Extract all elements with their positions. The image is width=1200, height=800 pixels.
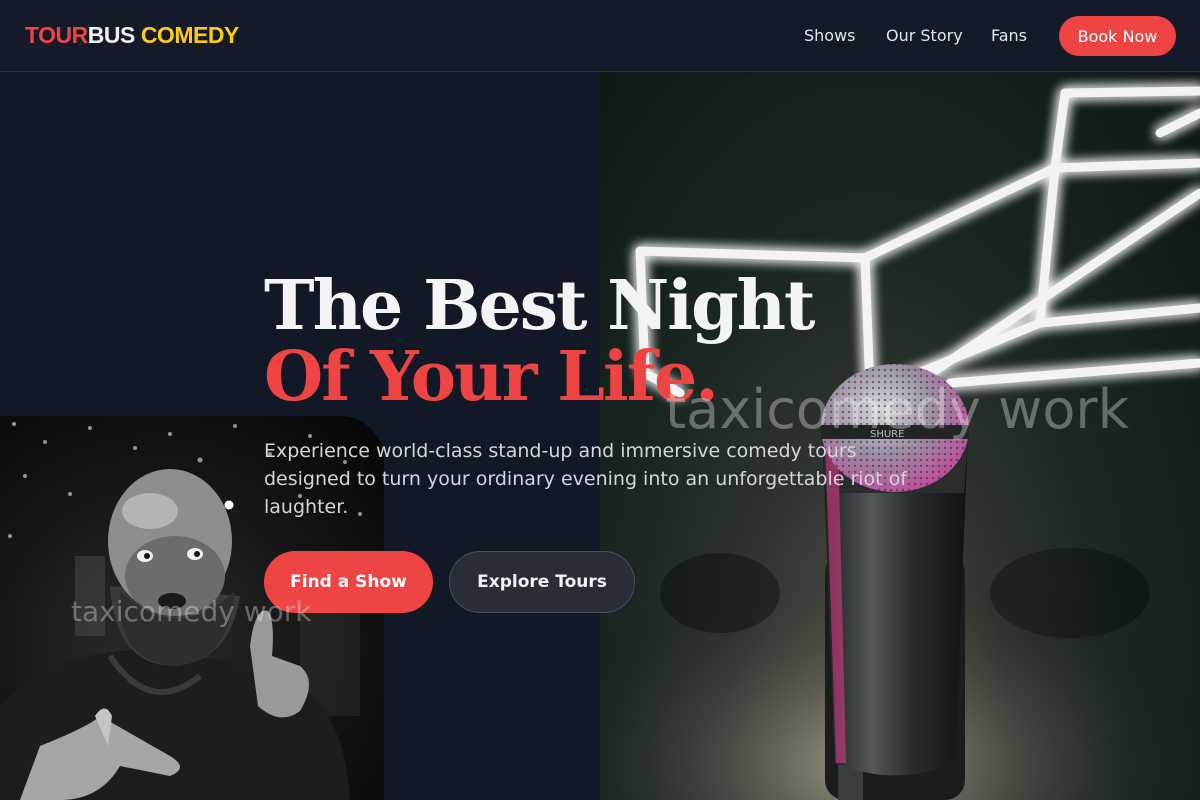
comedian-image-watermark: taxicomedy work bbox=[71, 595, 312, 628]
nav-link-shows[interactable]: Shows bbox=[804, 26, 856, 45]
hero-subtitle: Experience world-class stand-up and imme… bbox=[264, 440, 907, 518]
hero-title-line-1: The Best Night bbox=[264, 266, 815, 346]
brand-logo-bus: BUS bbox=[87, 22, 136, 48]
site-header: TOURBUS COMEDY Shows Our Story Fans Book … bbox=[0, 0, 1200, 72]
mic-image-watermark: taxicomedy work bbox=[665, 378, 1129, 441]
nav-link-our-story[interactable]: Our Story bbox=[886, 26, 963, 45]
explore-tours-button[interactable]: Explore Tours bbox=[449, 551, 635, 613]
brand-logo-comedy: COMEDY bbox=[140, 22, 239, 48]
book-now-button[interactable]: Book Now bbox=[1059, 16, 1176, 56]
brand-logo[interactable]: TOURBUS COMEDY bbox=[25, 22, 239, 49]
nav-link-fans[interactable]: Fans bbox=[991, 26, 1027, 45]
brand-logo-tour: TOUR bbox=[25, 22, 88, 48]
hero-title-line-2: Of Your Life. bbox=[264, 337, 719, 417]
